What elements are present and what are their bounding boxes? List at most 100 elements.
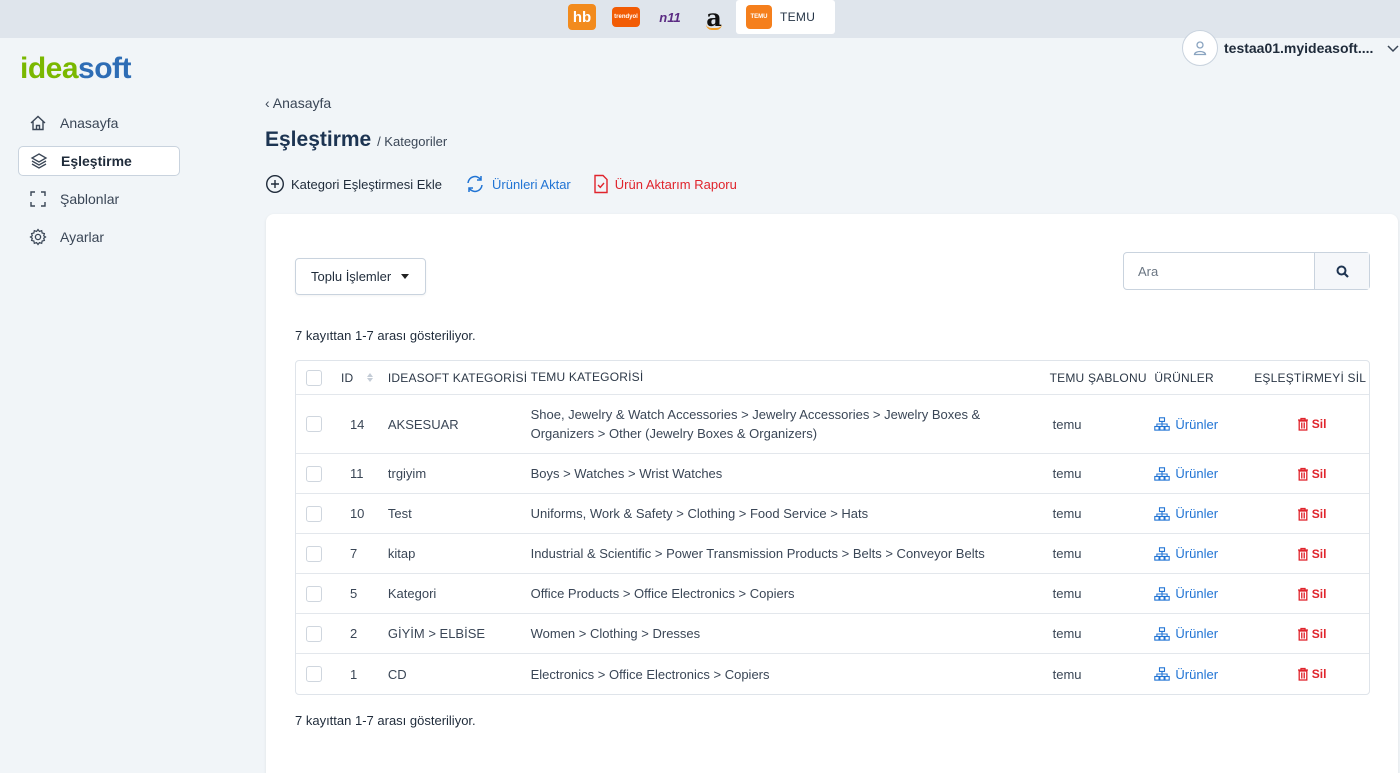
page-title-main: Eşleştirme [265,128,372,151]
delete-mapping-button[interactable]: Sil [1297,506,1327,521]
row-checkbox[interactable] [306,505,322,522]
row-temu-category: Office Products > Office Electronics > C… [530,586,795,601]
row-delete-cell: Sil [1254,627,1369,641]
row-checkbox[interactable] [306,625,322,642]
marketplace-tabs: hb trendyol n11 a TEMU TEMU [560,0,836,34]
products-link[interactable]: Ürünler [1154,667,1218,682]
delete-mapping-button[interactable]: Sil [1297,667,1327,681]
bulk-actions-label: Toplu İşlemler [311,269,392,284]
tab-trendyol[interactable]: trendyol [604,0,648,34]
row-ideasoft-category: Kategori [387,586,437,601]
row-ideasoft-category: kitap [387,546,416,561]
bulk-actions-dropdown[interactable]: Toplu İşlemler [295,258,426,295]
row-id: 14 [349,416,365,432]
delete-label: Sil [1311,417,1327,431]
row-id: 5 [349,586,358,601]
add-category-mapping-button[interactable]: Kategori Eşleştirmesi Ekle [265,174,442,194]
row-delete-cell: Sil [1254,667,1369,681]
tab-hepsiburada[interactable]: hb [560,0,604,34]
sync-icon [467,175,483,193]
products-link[interactable]: Ürünler [1154,626,1218,641]
sidebar-item-ayarlar[interactable]: Ayarlar [18,222,180,252]
delete-mapping-button[interactable]: Sil [1297,547,1326,561]
products-link[interactable]: Ürünler [1154,586,1218,601]
tab-temu[interactable]: TEMU TEMU [736,0,836,34]
row-temu-category: Industrial & Scientific > Power Transmis… [530,546,985,561]
header-ideasoft-category: IDEASOFT KATEGORİSİ [387,370,528,385]
row-temu-category: Uniforms, Work & Safety > Clothing > Foo… [530,506,869,521]
tab-amazon[interactable]: a [692,0,736,34]
row-id: 10 [349,506,365,521]
transfer-products-button[interactable]: Ürünleri Aktar [464,174,571,194]
sidebar-item-anasayfa[interactable]: Anasayfa [18,108,180,138]
table-row: 2 GİYİM > ELBİSE Women > Clothing > Dres… [296,614,1369,654]
products-link-label: Ürünler [1175,666,1219,682]
table-row: 11 trgiyim Boys > Watches > Wrist Watche… [296,454,1369,494]
breadcrumb-back[interactable]: ‹ Anasayfa [265,95,331,111]
products-link-label: Ürünler [1175,626,1219,641]
delete-mapping-button[interactable]: Sil [1297,587,1326,601]
products-link[interactable]: Ürünler [1154,417,1218,432]
row-checkbox[interactable] [306,545,322,562]
row-checkbox-cell [296,416,332,432]
delete-mapping-button[interactable]: Sil [1297,417,1327,431]
user-menu[interactable]: testaa01.myideasoft.... [1182,30,1399,66]
plus-circle-icon [265,174,285,194]
select-all-checkbox[interactable] [306,369,322,386]
row-delete-cell: Sil [1254,417,1369,431]
row-checkbox[interactable] [306,465,322,482]
row-checkbox[interactable] [306,416,322,432]
header-id-label: ID [340,370,354,385]
header-products: ÜRÜNLER [1154,370,1214,385]
sitemap-icon [1154,626,1171,641]
header-id[interactable]: ID [332,371,386,385]
products-link[interactable]: Ürünler [1154,546,1218,561]
row-products-cell: Ürünler [1154,586,1254,601]
sidebar-item-label: Anasayfa [60,115,119,131]
row-checkbox[interactable] [306,666,322,682]
row-id: 2 [349,626,358,641]
sitemap-icon [1154,417,1171,431]
search-button[interactable] [1314,253,1369,289]
n11-logo: n11 [659,9,681,25]
row-temu-category: Shoe, Jewelry & Watch Accessories > Jewe… [530,407,981,441]
row-products-cell: Ürünler [1154,546,1254,561]
delete-label: Sil [1311,506,1327,521]
products-link-label: Ürünler [1175,586,1219,601]
row-delete-cell: Sil [1254,587,1369,601]
delete-label: Sil [1311,667,1327,681]
products-link[interactable]: Ürünler [1154,506,1218,521]
trash-icon [1297,667,1308,681]
row-delete-cell: Sil [1254,507,1369,521]
row-template: temu [1052,626,1082,641]
header-temu-category: TEMU KATEGORİSİ [530,370,644,384]
trash-icon [1297,467,1308,481]
row-checkbox[interactable] [306,585,322,602]
sidebar-item-eslestirme[interactable]: Eşleştirme [18,146,180,176]
row-checkbox-cell [296,505,332,522]
row-ideasoft-category: Test [387,506,412,521]
row-id: 11 [349,466,364,481]
trash-icon [1297,627,1308,641]
delete-mapping-button[interactable]: Sil [1297,627,1326,641]
caret-down-icon [401,274,410,279]
sitemap-icon [1154,506,1171,521]
trash-icon [1297,547,1308,561]
sidebar: Anasayfa Eşleştirme Şablonlar Ayarlar [18,108,180,260]
row-products-cell: Ürünler [1154,506,1254,521]
transfer-report-button[interactable]: Ürün Aktarım Raporu [593,174,737,194]
ideasoft-logo[interactable]: ideasoft [20,52,132,86]
sitemap-icon [1154,586,1171,601]
mapping-table: ID IDEASOFT KATEGORİSİ TEMU KATEGORİSİ T… [295,360,1370,695]
row-temu-category: Electronics > Office Electronics > Copie… [530,666,770,682]
table-row: 5 Kategori Office Products > Office Elec… [296,574,1369,614]
table-row: 1 CD Electronics > Office Electronics > … [296,654,1369,694]
sidebar-item-sablonlar[interactable]: Şablonlar [18,184,180,214]
add-category-mapping-label: Kategori Eşleştirmesi Ekle [291,176,442,192]
row-ideasoft-category: AKSESUAR [387,416,459,432]
select-all-cell [296,369,332,386]
tab-n11[interactable]: n11 [648,0,692,34]
delete-mapping-button[interactable]: Sil [1297,467,1326,481]
search-input[interactable] [1124,253,1314,289]
products-link[interactable]: Ürünler [1154,466,1218,481]
